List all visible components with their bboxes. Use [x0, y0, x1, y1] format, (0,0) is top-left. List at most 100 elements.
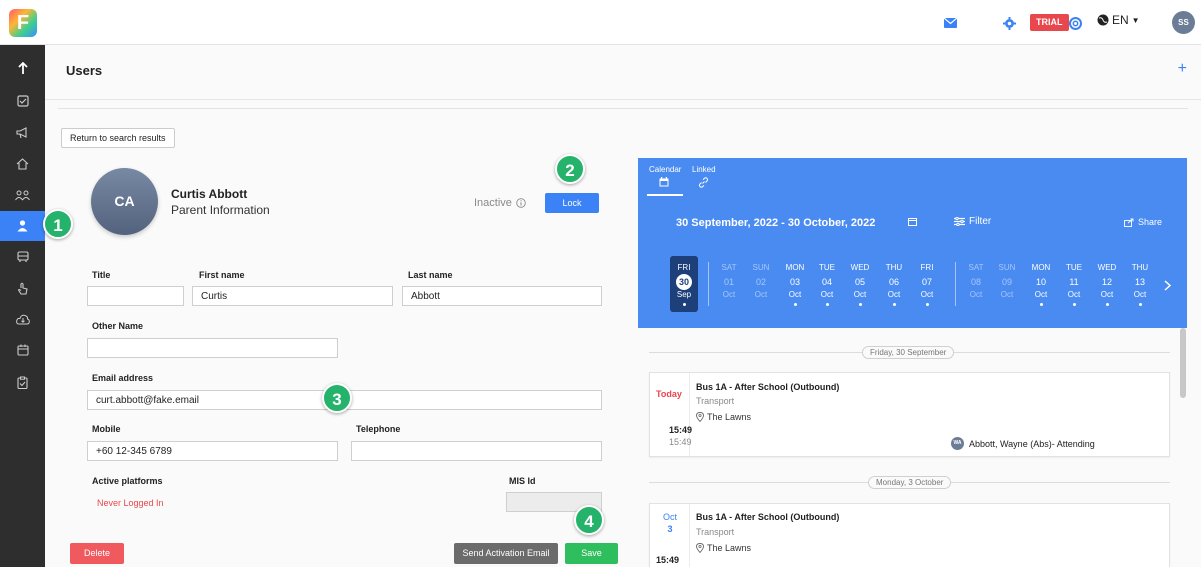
day-number: 07	[912, 274, 942, 290]
day-number: 13	[1125, 274, 1155, 290]
other-name-field[interactable]	[87, 338, 338, 358]
day-number-text: 04	[821, 277, 832, 287]
day-of-week: TUE	[1066, 263, 1082, 272]
user-icon	[17, 220, 28, 232]
day-number-text: 11	[1069, 277, 1079, 287]
clipboard-check-icon	[17, 376, 28, 389]
content-header: Users +	[45, 45, 1201, 100]
hand-pointer-icon	[17, 282, 28, 295]
day-number-text: 01	[723, 277, 734, 287]
mobile-field[interactable]	[87, 441, 338, 461]
sidebar-item-downloads[interactable]	[0, 304, 45, 334]
event-title[interactable]: Bus 1A - After School (Outbound)	[696, 512, 839, 522]
filter-button[interactable]: Filter	[954, 216, 991, 227]
calendar-day-10[interactable]: MON 10 Oct	[1026, 262, 1056, 312]
day-of-week: SAT	[968, 263, 984, 272]
calendar-day-5[interactable]: WED 05 Oct	[845, 262, 875, 312]
tab-calendar-label: Calendar	[649, 165, 682, 174]
event-category: Transport	[696, 396, 735, 406]
date-heading-2: Monday, 3 October	[868, 476, 952, 489]
event-location-text: The Lawns	[707, 543, 752, 553]
tab-linked[interactable]: Linked	[692, 165, 716, 174]
title-label: Title	[92, 270, 111, 280]
user-avatar[interactable]: SS	[1172, 11, 1195, 34]
calendar-day-6[interactable]: THU 06 Oct	[879, 262, 909, 312]
trial-badge[interactable]: TRIAL	[1030, 14, 1069, 31]
delete-button[interactable]: Delete	[70, 543, 124, 564]
day-of-week: WED	[850, 263, 870, 272]
location-pin-icon	[696, 412, 704, 422]
sidebar-item-announcements[interactable]	[0, 118, 45, 148]
calendar-day-12[interactable]: WED 12 Oct	[1092, 262, 1122, 312]
language-selector[interactable]: EN ▼	[1097, 13, 1140, 27]
sidebar-item-pickup[interactable]	[0, 273, 45, 303]
day-number-text: 13	[1134, 277, 1145, 287]
calendar-day-7[interactable]: FRI 07 Oct	[912, 262, 942, 312]
calendar-day-9[interactable]: SUN 09 Oct	[992, 262, 1022, 312]
active-tab-indicator	[647, 194, 683, 196]
calendar-day-0[interactable]: FRI 30 Sep	[670, 256, 698, 312]
event-indicator-dot	[858, 303, 862, 306]
other-name-label: Other Name	[92, 321, 144, 331]
day-number-text: 03	[789, 277, 800, 287]
checkbox-icon	[16, 95, 29, 107]
event-title[interactable]: Bus 1A - After School (Outbound)	[696, 382, 839, 392]
save-button[interactable]: Save	[565, 543, 618, 564]
calendar-day-3[interactable]: MON 03 Oct	[780, 262, 810, 312]
chevron-right-icon[interactable]	[1164, 280, 1171, 291]
day-of-week: TUE	[819, 263, 835, 272]
sidebar-item-tasks[interactable]	[0, 86, 45, 116]
help-lifebuoy-icon[interactable]	[1066, 14, 1084, 32]
info-icon[interactable]	[516, 198, 526, 208]
share-button[interactable]: Share	[1124, 217, 1162, 227]
return-to-search-button[interactable]: Return to search results	[61, 128, 175, 148]
callout-marker-2: 2	[555, 154, 585, 184]
sidebar-item-groups[interactable]	[0, 180, 45, 210]
tab-calendar[interactable]: Calendar	[649, 165, 681, 174]
active-platforms-value: Never Logged In	[97, 498, 164, 508]
home-icon	[16, 158, 29, 170]
people-group-icon	[15, 190, 30, 200]
tab-linked-label: Linked	[692, 165, 716, 174]
day-of-week: FRI	[920, 263, 934, 272]
mail-icon[interactable]	[941, 14, 959, 32]
first-name-field[interactable]	[192, 286, 393, 306]
day-month: Sep	[676, 290, 692, 299]
sidebar-item-transport[interactable]	[0, 242, 45, 272]
day-number-text: 07	[921, 277, 932, 287]
sidebar-item-users[interactable]	[0, 211, 45, 241]
send-activation-email-button[interactable]: Send Activation Email	[454, 543, 558, 564]
lock-button[interactable]: Lock	[545, 193, 599, 213]
events-scrollbar[interactable]	[1180, 328, 1186, 398]
calendar-day-11[interactable]: TUE 11 Oct	[1059, 262, 1089, 312]
day-number-text: 09	[1001, 277, 1012, 287]
settings-gear-icon[interactable]	[1000, 14, 1018, 32]
day-month: Oct	[820, 290, 834, 299]
day-of-week: MON	[1031, 263, 1051, 272]
sidebar-item-home[interactable]	[0, 149, 45, 179]
calendar-day-2[interactable]: SUN 02 Oct	[746, 262, 776, 312]
sidebar-item-calendar[interactable]	[0, 335, 45, 365]
event-indicator-dot	[925, 303, 929, 306]
calendar-day-8[interactable]: SAT 08 Oct	[961, 262, 991, 312]
add-user-button[interactable]: +	[1178, 61, 1187, 77]
day-number: 30	[670, 274, 698, 290]
day-number-text: 02	[755, 277, 766, 287]
day-of-week: SUN	[752, 263, 770, 272]
calendar-day-4[interactable]: TUE 04 Oct	[812, 262, 842, 312]
last-name-field[interactable]	[402, 286, 602, 306]
day-number-text: 06	[888, 277, 899, 287]
filter-icon	[954, 217, 965, 226]
sidebar-item-collapse[interactable]	[0, 53, 45, 83]
app-logo[interactable]: F	[9, 9, 37, 37]
event-location: The Lawns	[696, 412, 751, 422]
event-month: Oct	[662, 512, 677, 522]
sidebar-item-checklist[interactable]	[0, 367, 45, 397]
profile-name: Curtis Abbott	[171, 187, 248, 201]
date-picker-icon[interactable]	[908, 217, 917, 226]
title-field[interactable]	[87, 286, 184, 306]
calendar-day-1[interactable]: SAT 01 Oct	[714, 262, 744, 312]
mis-id-label: MIS Id	[509, 476, 536, 486]
calendar-day-13[interactable]: THU 13 Oct	[1125, 262, 1155, 312]
telephone-field[interactable]	[351, 441, 602, 461]
